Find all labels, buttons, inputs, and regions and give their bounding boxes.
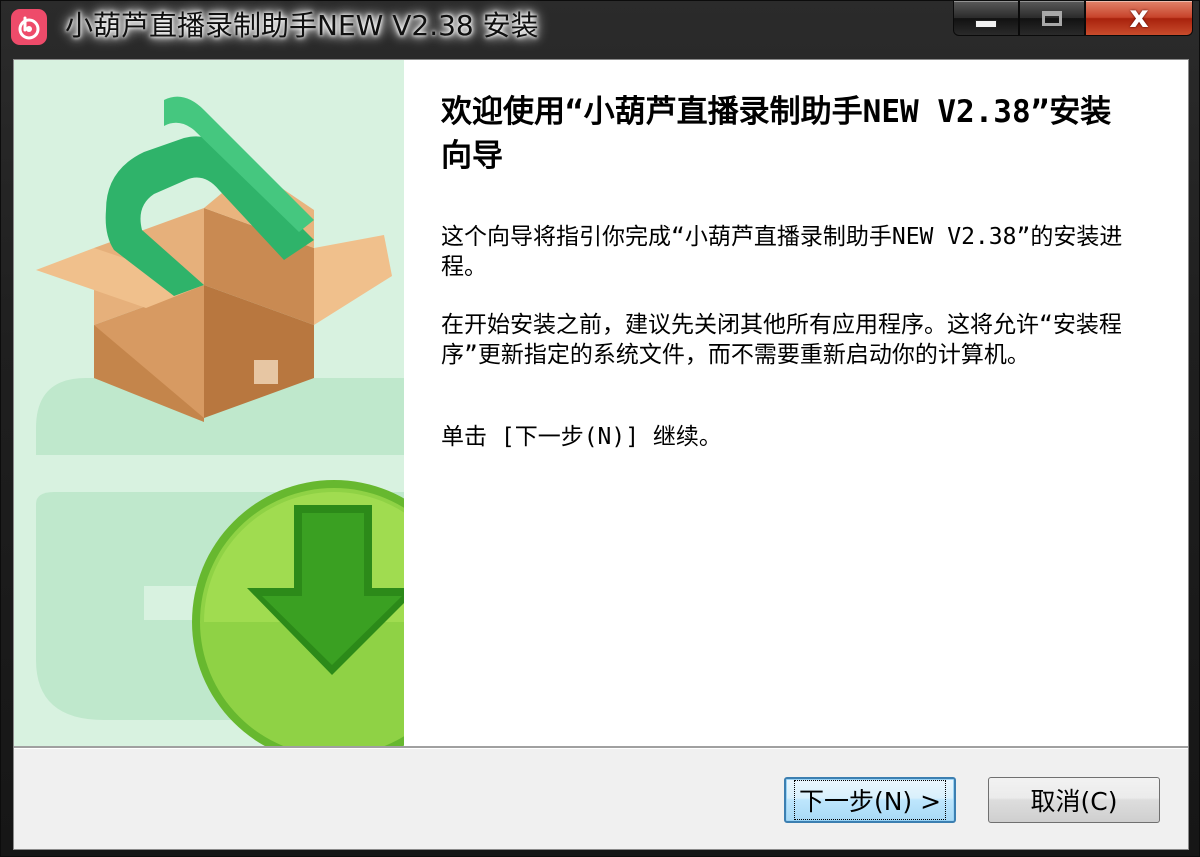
close-icon: x	[1129, 0, 1149, 35]
footer-divider	[14, 746, 1188, 749]
advice-paragraph: 在开始安装之前，建议先关闭其他所有应用程序。这将允许“安装程序”更新指定的系统文…	[441, 312, 1122, 368]
side-banner	[14, 60, 404, 746]
maximize-button[interactable]	[1019, 1, 1085, 36]
caption-buttons: x	[953, 1, 1193, 37]
title-bar[interactable]: 小葫芦直播录制助手NEW V2.38 安装 x	[1, 1, 1200, 53]
continue-instruction: 单击 [下一步(N)] 继续。	[441, 424, 722, 450]
cancel-button-label: 取消(C)	[1030, 787, 1118, 816]
next-button-label: 下一步(N) >	[793, 780, 947, 820]
app-icon[interactable]	[11, 9, 47, 45]
content-panel: 欢迎使用“小葫芦直播录制助手NEW V2.38”安装向导 这个向导将指引你完成“…	[404, 60, 1188, 746]
installer-window: 小葫芦直播录制助手NEW V2.38 安装 x 欢迎使用“小葫芦直播录制助手NE…	[0, 0, 1200, 857]
next-button[interactable]: 下一步(N) >	[784, 777, 956, 823]
hulu-logo-icon	[18, 16, 40, 40]
wizard-heading: 欢迎使用“小葫芦直播录制助手NEW V2.38”安装向导	[441, 94, 1112, 174]
minimize-icon	[975, 20, 997, 28]
intro-paragraph: 这个向导将指引你完成“小葫芦直播录制助手NEW V2.38”的安装进程。	[441, 224, 1123, 280]
window-title: 小葫芦直播录制助手NEW V2.38 安装	[65, 9, 539, 42]
package-box-icon	[36, 96, 392, 422]
maximize-icon	[1042, 10, 1062, 26]
installer-banner-graphic	[36, 96, 404, 746]
minimize-button[interactable]	[953, 1, 1019, 36]
close-button[interactable]: x	[1085, 1, 1193, 36]
cancel-button[interactable]: 取消(C)	[988, 777, 1160, 823]
dialog-body: 欢迎使用“小葫芦直播录制助手NEW V2.38”安装向导 这个向导将指引你完成“…	[13, 59, 1189, 850]
